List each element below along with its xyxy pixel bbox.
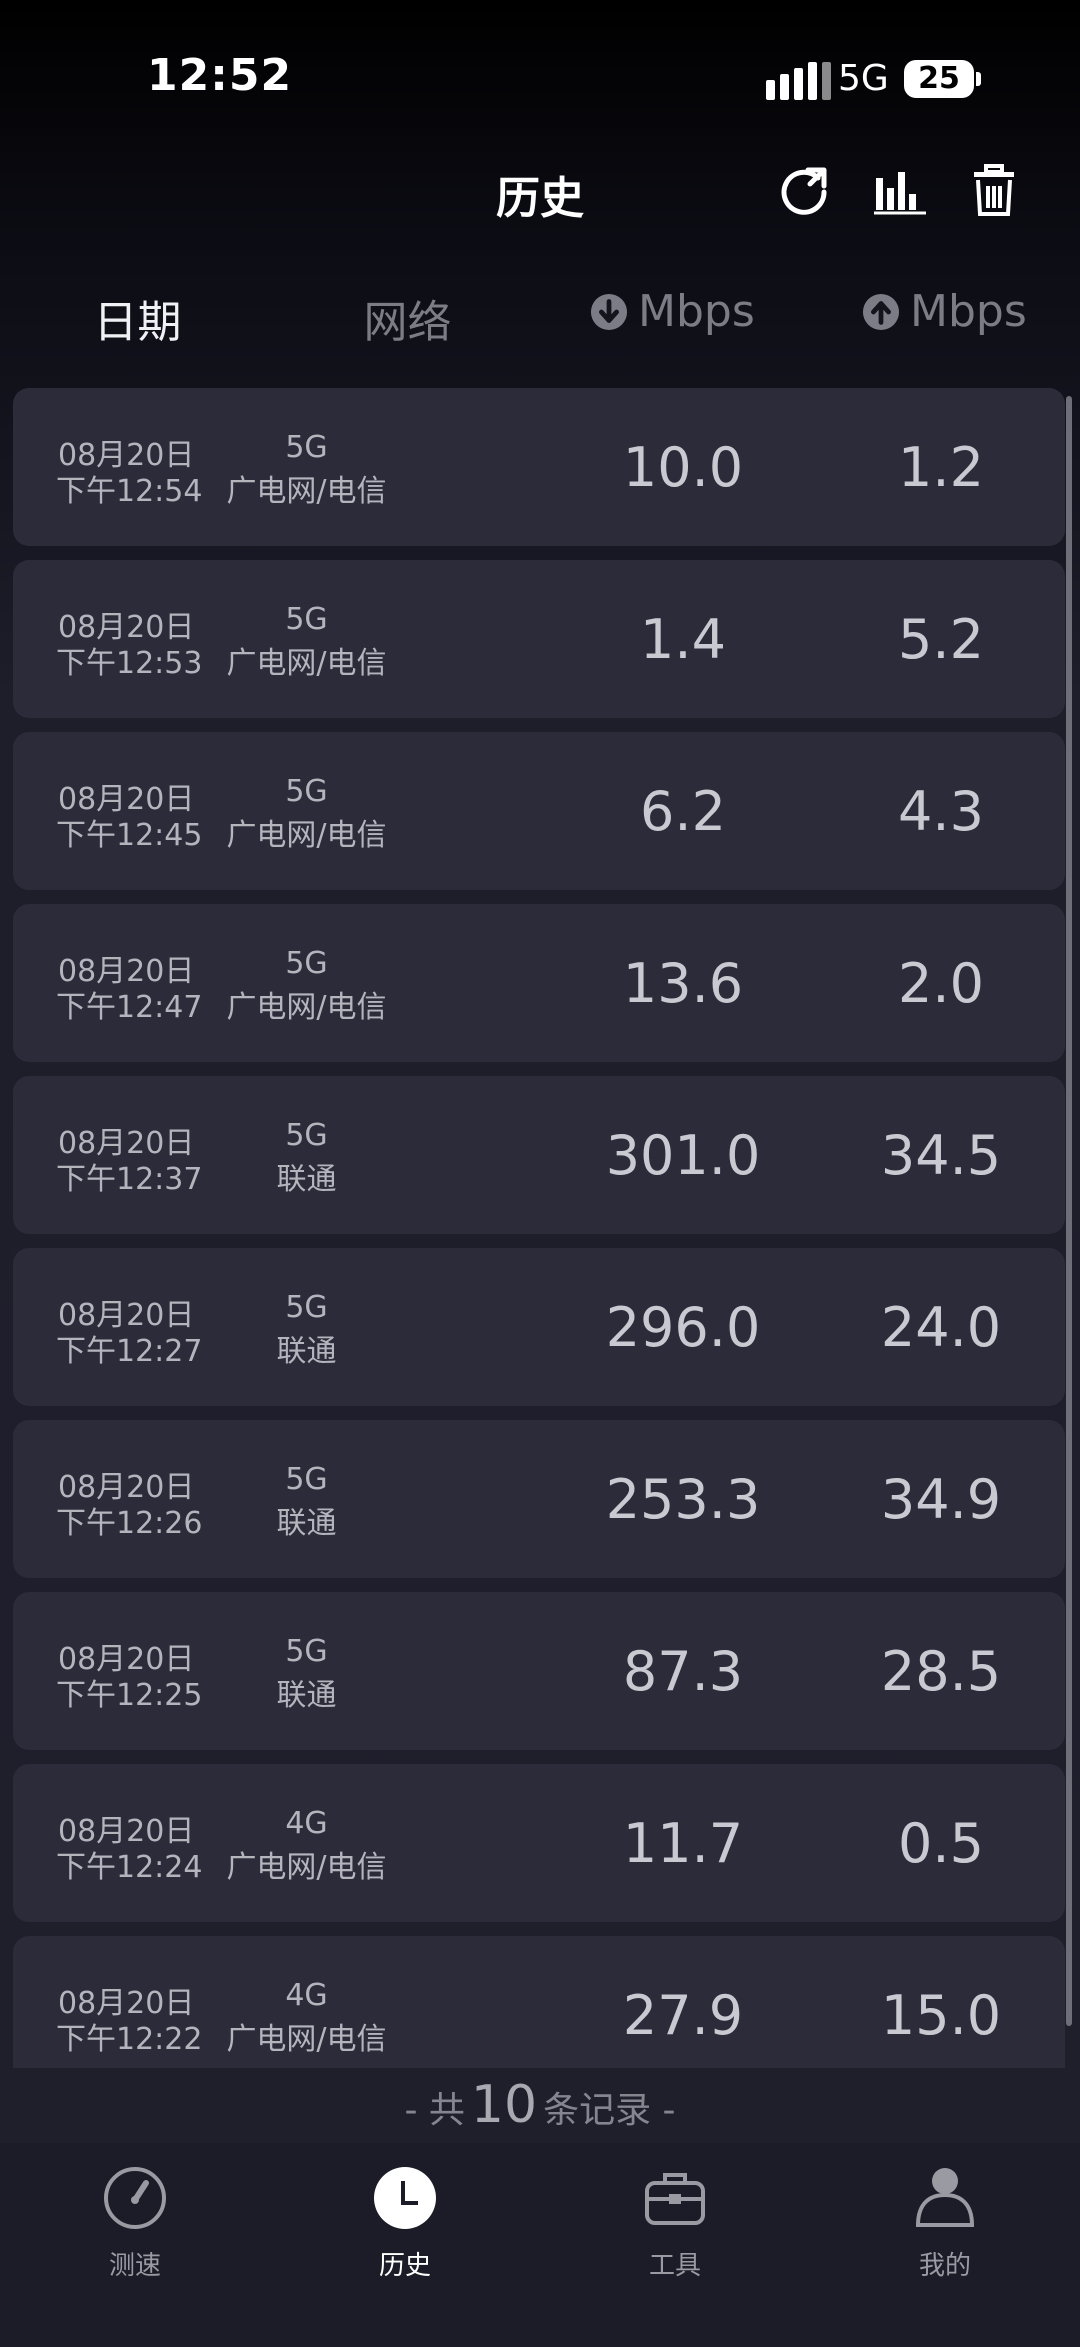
row-carrier: 广电网/电信 bbox=[226, 474, 387, 509]
history-row[interactable]: 08月20日 下午12:54 5G 广电网/电信 10.0 1.2 bbox=[13, 388, 1065, 546]
network-type: 5G bbox=[838, 58, 889, 99]
history-row[interactable]: 08月20日 下午12:47 5G 广电网/电信 13.6 2.0 bbox=[13, 904, 1065, 1062]
history-row[interactable]: 08月20日 下午12:37 5G 联通 301.0 34.5 bbox=[13, 1076, 1065, 1234]
row-carrier: 联通 bbox=[276, 1506, 337, 1541]
speedometer-icon bbox=[104, 2167, 166, 2229]
row-download: 301.0 bbox=[605, 1124, 761, 1187]
trash-icon[interactable] bbox=[964, 160, 1024, 220]
row-upload: 1.2 bbox=[898, 436, 984, 499]
row-download: 87.3 bbox=[622, 1640, 744, 1703]
row-upload: 24.0 bbox=[880, 1296, 1002, 1359]
status-time: 12:52 bbox=[147, 50, 293, 101]
toolbox-icon bbox=[645, 2173, 705, 2225]
row-time: 下午12:47 bbox=[56, 990, 203, 1025]
status-bar: 12:52 5G 25 bbox=[0, 0, 1080, 150]
title-bar: 历史 bbox=[0, 150, 1080, 230]
tab-label: 历史 bbox=[378, 2251, 431, 2281]
row-upload: 34.9 bbox=[880, 1468, 1002, 1531]
row-net-type: 5G bbox=[285, 1118, 328, 1153]
tab-tools[interactable]: 工具 bbox=[575, 2163, 775, 2282]
row-carrier: 广电网/电信 bbox=[226, 818, 387, 853]
record-count-prefix: - 共 bbox=[404, 2090, 465, 2131]
row-time: 下午12:26 bbox=[56, 1506, 203, 1541]
history-row[interactable]: 08月20日 下午12:53 5G 广电网/电信 1.4 5.2 bbox=[13, 560, 1065, 718]
history-row[interactable]: 08月20日 下午12:25 5G 联通 87.3 28.5 bbox=[13, 1592, 1065, 1750]
row-carrier: 联通 bbox=[276, 1334, 337, 1369]
row-net-type: 5G bbox=[285, 430, 328, 465]
row-carrier: 广电网/电信 bbox=[226, 646, 387, 681]
row-download: 11.7 bbox=[622, 1812, 744, 1875]
row-download: 1.4 bbox=[640, 608, 726, 671]
tab-history[interactable]: 历史 bbox=[305, 2163, 505, 2282]
tab-label: 测速 bbox=[108, 2251, 161, 2281]
row-carrier: 广电网/电信 bbox=[226, 2022, 387, 2057]
user-icon bbox=[915, 2168, 975, 2227]
row-carrier: 广电网/电信 bbox=[226, 990, 387, 1025]
row-upload: 2.0 bbox=[898, 952, 984, 1015]
row-download: 296.0 bbox=[605, 1296, 761, 1359]
row-net-type: 5G bbox=[285, 602, 328, 637]
row-time: 下午12:37 bbox=[56, 1162, 203, 1197]
record-count: - 共 10 条记录 - bbox=[0, 2075, 1080, 2135]
header-network[interactable]: 网络 bbox=[275, 286, 540, 350]
row-carrier: 联通 bbox=[276, 1678, 337, 1713]
row-upload: 28.5 bbox=[880, 1640, 1002, 1703]
row-download: 253.3 bbox=[605, 1468, 761, 1531]
row-time: 下午12:54 bbox=[56, 474, 203, 509]
row-time: 下午12:22 bbox=[56, 2022, 203, 2057]
row-net-type: 5G bbox=[285, 1462, 328, 1497]
refresh-icon[interactable] bbox=[774, 160, 834, 220]
column-header: 日期 网络 Mbps Mbps bbox=[0, 280, 1080, 350]
clock-icon bbox=[374, 2167, 436, 2229]
row-download: 27.9 bbox=[622, 1984, 744, 2047]
battery-icon: 25 bbox=[904, 60, 981, 98]
record-count-suffix: 条记录 - bbox=[543, 2090, 676, 2131]
row-net-type: 4G bbox=[285, 1806, 328, 1841]
history-row[interactable]: 08月20日 下午12:24 4G 广电网/电信 11.7 0.5 bbox=[13, 1764, 1065, 1922]
row-upload: 4.3 bbox=[898, 780, 984, 843]
row-net-type: 5G bbox=[285, 1290, 328, 1325]
history-row[interactable]: 08月20日 下午12:27 5G 联通 296.0 24.0 bbox=[13, 1248, 1065, 1406]
row-download: 13.6 bbox=[622, 952, 744, 1015]
signal-icon bbox=[766, 60, 832, 100]
row-time: 下午12:53 bbox=[56, 646, 203, 681]
row-net-type: 5G bbox=[285, 1634, 328, 1669]
header-upload-unit: Mbps bbox=[910, 286, 1027, 337]
row-carrier: 广电网/电信 bbox=[226, 1850, 387, 1885]
row-upload: 0.5 bbox=[898, 1812, 984, 1875]
tab-bar: 测速 历史 工具 我的 bbox=[0, 2143, 1080, 2347]
row-time: 下午12:27 bbox=[56, 1334, 203, 1369]
row-time: 下午12:45 bbox=[56, 818, 203, 853]
row-net-type: 5G bbox=[285, 946, 328, 981]
record-count-number: 10 bbox=[470, 2075, 538, 2135]
history-list[interactable]: 08月20日 下午12:54 5G 广电网/电信 10.0 1.2 08月20日… bbox=[13, 388, 1065, 2068]
header-upload[interactable]: Mbps bbox=[862, 286, 1052, 337]
history-row[interactable]: 08月20日 下午12:22 4G 广电网/电信 27.9 15.0 bbox=[13, 1936, 1065, 2068]
row-download: 10.0 bbox=[622, 436, 744, 499]
row-time: 下午12:24 bbox=[56, 1850, 203, 1885]
upload-arrow-icon bbox=[862, 293, 900, 330]
header-download-unit: Mbps bbox=[638, 286, 755, 337]
tab-speedtest[interactable]: 测速 bbox=[35, 2163, 235, 2282]
row-download: 6.2 bbox=[640, 780, 726, 843]
row-upload: 5.2 bbox=[898, 608, 984, 671]
row-net-type: 4G bbox=[285, 1978, 328, 2013]
download-arrow-icon bbox=[590, 293, 628, 330]
history-row[interactable]: 08月20日 下午12:45 5G 广电网/电信 6.2 4.3 bbox=[13, 732, 1065, 890]
history-row[interactable]: 08月20日 下午12:26 5G 联通 253.3 34.9 bbox=[13, 1420, 1065, 1578]
header-download[interactable]: Mbps bbox=[590, 286, 760, 337]
row-net-type: 5G bbox=[285, 774, 328, 809]
scrollbar[interactable] bbox=[1066, 396, 1072, 2026]
tab-label: 工具 bbox=[648, 2251, 701, 2281]
header-date[interactable]: 日期 bbox=[0, 286, 275, 350]
row-upload: 15.0 bbox=[880, 1984, 1002, 2047]
row-carrier: 联通 bbox=[276, 1162, 337, 1197]
tab-label: 我的 bbox=[918, 2251, 971, 2281]
bar-chart-icon[interactable] bbox=[870, 160, 930, 220]
row-upload: 34.5 bbox=[880, 1124, 1002, 1187]
tab-profile[interactable]: 我的 bbox=[845, 2163, 1045, 2282]
row-time: 下午12:25 bbox=[56, 1678, 203, 1713]
